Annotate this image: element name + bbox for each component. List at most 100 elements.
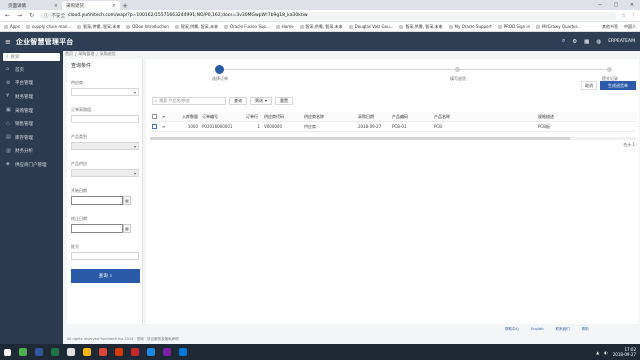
wechat-icon[interactable] [19, 348, 27, 356]
column-header[interactable]: 供应商名称 [302, 114, 356, 120]
bookmark[interactable]: Home [275, 24, 294, 29]
sidebar-search-input[interactable]: ⌕ 搜索 [3, 53, 60, 61]
sidebar-item-home[interactable]: ⌂ 首页 [0, 63, 63, 77]
calendar-icon[interactable]: ▦ [123, 196, 131, 205]
horizontal-scrollbar[interactable] [150, 137, 636, 140]
sidebar-item-purchase[interactable]: ▣ 采购管理 [0, 104, 63, 118]
footer-link[interactable]: English [531, 327, 544, 332]
filter-title: 查询条件 [71, 63, 92, 69]
settings-icon[interactable]: ⚙ [572, 39, 577, 45]
purchase-group-input[interactable] [71, 115, 139, 123]
column-header[interactable]: 供应商代码 [262, 114, 302, 120]
maximize-icon[interactable]: □ [608, 0, 624, 10]
breadcrumb-item[interactable]: 首页 [65, 51, 73, 57]
other-bookmarks[interactable]: 其他书签 [602, 24, 618, 30]
clock[interactable]: 17:02 2018-09-27 [613, 347, 636, 357]
other-bookmarks[interactable]: 中国人 [624, 24, 636, 30]
column-header[interactable]: 产品名称 [432, 114, 536, 120]
select-all-checkbox[interactable] [152, 113, 157, 119]
reset-button[interactable]: 重置 [275, 96, 294, 105]
row-checkbox[interactable] [152, 123, 157, 129]
pdf-icon[interactable] [131, 348, 139, 356]
column-header[interactable]: 订单行 [244, 114, 262, 120]
column-header[interactable]: 入库数量 [168, 114, 200, 120]
bookmark[interactable]: Apps [4, 24, 20, 29]
app-icon[interactable] [163, 348, 171, 356]
close-window-icon[interactable]: ✕ [624, 0, 640, 10]
bookmark[interactable]: ODoo Introduction [126, 24, 169, 29]
close-icon[interactable]: × [54, 3, 58, 9]
bookmark[interactable]: 智采,供需, 智采,未来 [77, 24, 120, 30]
globe-icon[interactable]: ◍ [596, 39, 601, 45]
column-menu-icon[interactable]: ≡ [160, 114, 168, 119]
table-row[interactable]: ≡ 1000 P02016000001 1 V000000 供应商 2018-0… [150, 122, 636, 132]
explorer-icon[interactable] [67, 348, 75, 356]
scrollbar-thumb[interactable] [150, 137, 570, 140]
sidebar-item-sales[interactable]: ◇ 销售管理 [0, 117, 63, 131]
table-search-input[interactable]: ⌕ 搜索 产品名/供应 [152, 96, 226, 105]
calendar-icon[interactable]: ▦ [123, 224, 131, 233]
footer-link[interactable]: 帮助 [582, 327, 589, 332]
query-button[interactable]: 查询 ⌕ [71, 269, 140, 283]
url-input[interactable]: ⓘ 不安全 cloud.yunhitech.com/wap/?p=100162/… [40, 11, 617, 20]
close-icon[interactable]: × [112, 3, 116, 9]
chrome-icon[interactable] [99, 348, 107, 356]
sidebar-item-portal[interactable]: ◈ 供应商门户管理 [0, 158, 63, 172]
start-date-input[interactable] [71, 196, 123, 205]
footer-link[interactable]: 帮助中心 [505, 327, 519, 332]
menu-icon[interactable]: ⋮ [631, 13, 636, 19]
new-tab-button[interactable]: + [120, 1, 130, 10]
search-button[interactable]: 查询 [229, 96, 247, 105]
bookmark[interactable]: McGrawy Quarter... [536, 24, 581, 29]
volume-icon[interactable]: ◐ [604, 350, 608, 355]
bookmark[interactable]: Oracle Fusion Sup... [223, 24, 270, 29]
cancel-button[interactable]: 取消 [581, 81, 597, 90]
info-icon[interactable]: ⓘ [44, 13, 49, 19]
app-icon[interactable] [147, 348, 155, 356]
end-date-input[interactable] [71, 224, 123, 233]
product-supply-select[interactable]: ▾ [71, 169, 139, 177]
bookmark[interactable]: PROD Sign in [497, 24, 530, 29]
filter-button[interactable]: 筛选 ▾ [250, 96, 273, 105]
column-header[interactable]: 订单编号 [200, 114, 244, 120]
column-header[interactable]: 规格描述 [536, 114, 626, 120]
sidebar-item-finance[interactable]: ¥ 财务管理 [0, 90, 63, 104]
network-icon[interactable]: ▲ [596, 350, 599, 355]
windows-start-icon[interactable] [4, 348, 11, 356]
back-icon[interactable]: ← [4, 12, 11, 19]
column-header[interactable]: 采购日期 [356, 114, 390, 120]
minimize-icon[interactable]: ─ [592, 0, 608, 10]
product-category-select[interactable]: ▾ [71, 142, 139, 150]
reload-icon[interactable]: ↻ [28, 12, 35, 19]
sidebar-item-analysis[interactable]: ▥ 财务分析 [0, 145, 63, 159]
column-header[interactable]: 产品编码 [390, 114, 432, 120]
sidebar-item-inventory[interactable]: ▤ 库存管理 [0, 131, 63, 145]
bookmark[interactable]: My Oracle Support [448, 24, 492, 29]
footer-link[interactable]: 联系我们 [556, 327, 570, 332]
bookmark[interactable]: 智采,供需, 智采,未来 [399, 24, 443, 30]
star-icon[interactable]: ☆ [622, 13, 626, 19]
bookmark[interactable]: supply chain man... [25, 24, 71, 29]
forward-icon[interactable]: → [16, 12, 23, 19]
powerpoint-icon[interactable] [115, 348, 123, 356]
browser-tab[interactable]: 页面详情 × [4, 1, 62, 10]
folder-icon[interactable] [83, 348, 91, 356]
generate-return-button[interactable]: 生成退货单 [600, 81, 636, 90]
batch-input[interactable] [71, 252, 139, 260]
word-icon[interactable] [35, 348, 43, 356]
bookmark[interactable]: 智采,供需, 智采,未来 [299, 24, 343, 30]
sidebar-item-platform[interactable]: ⚙ 平台管理 [0, 77, 63, 91]
bookmark[interactable]: Douglas Valz Gou... [348, 24, 393, 29]
excel-icon[interactable] [51, 348, 59, 356]
user-menu[interactable]: ERPEATEAM [608, 39, 635, 44]
app-icon[interactable] [179, 348, 187, 356]
grid-icon[interactable]: ▦ [584, 39, 589, 45]
breadcrumb-item[interactable]: 采购管理 [78, 51, 94, 57]
hamburger-menu-icon[interactable]: ≡ [5, 38, 11, 46]
row-menu-icon[interactable]: ≡ [160, 124, 168, 129]
field-label: 开始日期 [71, 188, 87, 193]
supplier-select[interactable]: ▾ [71, 88, 139, 96]
bookmark[interactable]: 智采,供需, 智采,未来 [174, 24, 218, 30]
search-icon[interactable]: ⌕ [562, 38, 565, 45]
browser-tab-active[interactable]: 采购退货 × [62, 1, 120, 10]
